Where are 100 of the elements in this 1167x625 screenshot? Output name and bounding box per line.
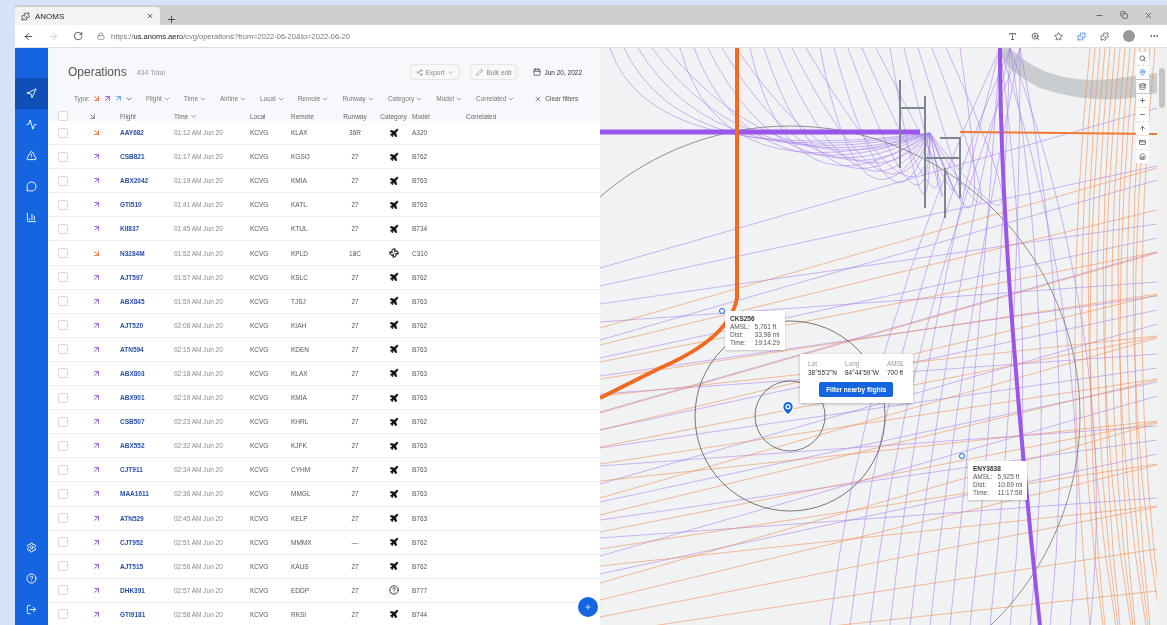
jet-plane-icon [388,223,399,234]
card-icon [1139,139,1146,146]
jet-plane-icon [388,272,399,283]
row-checkbox[interactable] [58,127,68,138]
sidebar-item[interactable] [15,78,48,109]
map-background[interactable] [600,48,1157,625]
jet-plane-icon [388,368,399,379]
reload-button[interactable] [73,31,83,41]
row-checkbox[interactable] [58,344,68,355]
navigation-arrow-icon [26,88,37,99]
pin-button[interactable] [1136,66,1149,79]
zoom-button[interactable] [1031,31,1040,41]
chat-icon [26,181,37,192]
forward-button[interactable] [48,30,59,42]
jet-plane-icon [388,440,399,451]
jet-plane-icon [388,151,399,162]
row-checkbox[interactable] [58,609,68,620]
departure-arrow-icon [92,609,101,619]
search-button[interactable] [1136,52,1149,65]
page-title: Operations [68,65,127,79]
departure-arrow-icon [92,272,101,282]
profile-button[interactable] [1123,30,1135,42]
row-checkbox[interactable] [58,199,68,210]
row-checkbox[interactable] [58,320,68,331]
share-icon [415,68,423,76]
home-button[interactable] [1136,150,1149,163]
departure-arrow-icon [92,513,101,523]
row-checkbox[interactable] [58,223,68,234]
location-pin-icon [780,400,796,416]
row-checkbox[interactable] [58,561,68,572]
row-checkbox[interactable] [58,392,68,403]
row-checkbox[interactable] [58,368,68,379]
row-checkbox[interactable] [58,464,68,475]
row-checkbox[interactable] [58,416,68,427]
jet-plane-icon [388,464,399,475]
departure-arrow-icon [92,417,101,427]
calendar-icon [533,68,542,76]
layers-button[interactable] [1136,80,1149,93]
new-tab-button[interactable] [166,14,177,25]
close-window-button[interactable] [1144,10,1153,20]
departure-arrow-icon [92,344,101,354]
overflight-arrow-icon [113,94,123,103]
departure-arrow-icon [92,441,101,451]
jet-plane-icon [388,609,399,620]
extension-button[interactable] [1077,31,1086,41]
question-icon [388,585,399,596]
departure-arrow-icon [92,296,101,306]
scrollbar-thumb[interactable] [1159,68,1165,108]
row-checkbox[interactable] [58,175,68,186]
zoom-in-button[interactable] [1136,94,1149,107]
north-button[interactable] [1136,122,1149,135]
bar-chart-icon [26,212,37,223]
row-checkbox[interactable] [58,248,68,258]
zoom-out-button[interactable] [1136,108,1149,121]
back-button[interactable] [23,30,34,42]
departure-arrow-icon [92,537,101,547]
select-all-checkbox[interactable] [58,111,68,121]
stack-icon [1139,83,1146,90]
letter-icon [1008,31,1017,41]
extensions-button[interactable] [1100,31,1109,41]
plus-icon [166,14,177,25]
north-arrow-icon [1139,125,1146,132]
row-checkbox[interactable] [58,513,68,524]
pin-icon [1139,69,1146,76]
jet-plane-icon [388,320,399,331]
departure-arrow-icon [92,369,101,378]
add-button[interactable] [578,597,598,617]
row-checkbox[interactable] [58,440,68,451]
plus-icon [1139,97,1146,104]
jet-plane-icon [388,537,399,548]
favorites-button[interactable] [1054,31,1063,41]
departure-arrow-icon [92,585,101,595]
row-checkbox[interactable] [58,296,68,307]
jet-plane-icon [388,416,399,427]
back-arrow-icon [23,30,34,42]
puzzle-icon [1077,31,1086,41]
read-aloud-button[interactable] [1008,31,1017,41]
row-checkbox[interactable] [58,272,68,283]
chevron-down-icon [447,68,455,76]
app-logo-icon [21,11,30,21]
close-tab-icon [146,12,154,20]
sort-caret-icon [190,112,198,120]
jet-plane-icon [388,513,399,524]
departure-arrow-icon [92,465,101,475]
browser-tab[interactable]: ANOMS [15,7,160,25]
card-button[interactable] [1136,136,1149,149]
departure-arrow-icon [92,489,101,499]
restore-button[interactable] [1120,10,1128,20]
row-checkbox[interactable] [58,585,68,596]
arrival-arrow-icon [92,128,101,138]
arrow-icon [88,111,97,121]
departure-arrow-icon [92,393,101,403]
pencil-icon [476,68,484,76]
row-checkbox[interactable] [58,537,68,548]
row-checkbox[interactable] [58,151,68,162]
restore-icon [1120,11,1128,19]
jet-plane-icon [388,199,399,210]
row-checkbox[interactable] [58,488,68,499]
help-icon [26,573,37,584]
logout-icon [26,604,37,615]
